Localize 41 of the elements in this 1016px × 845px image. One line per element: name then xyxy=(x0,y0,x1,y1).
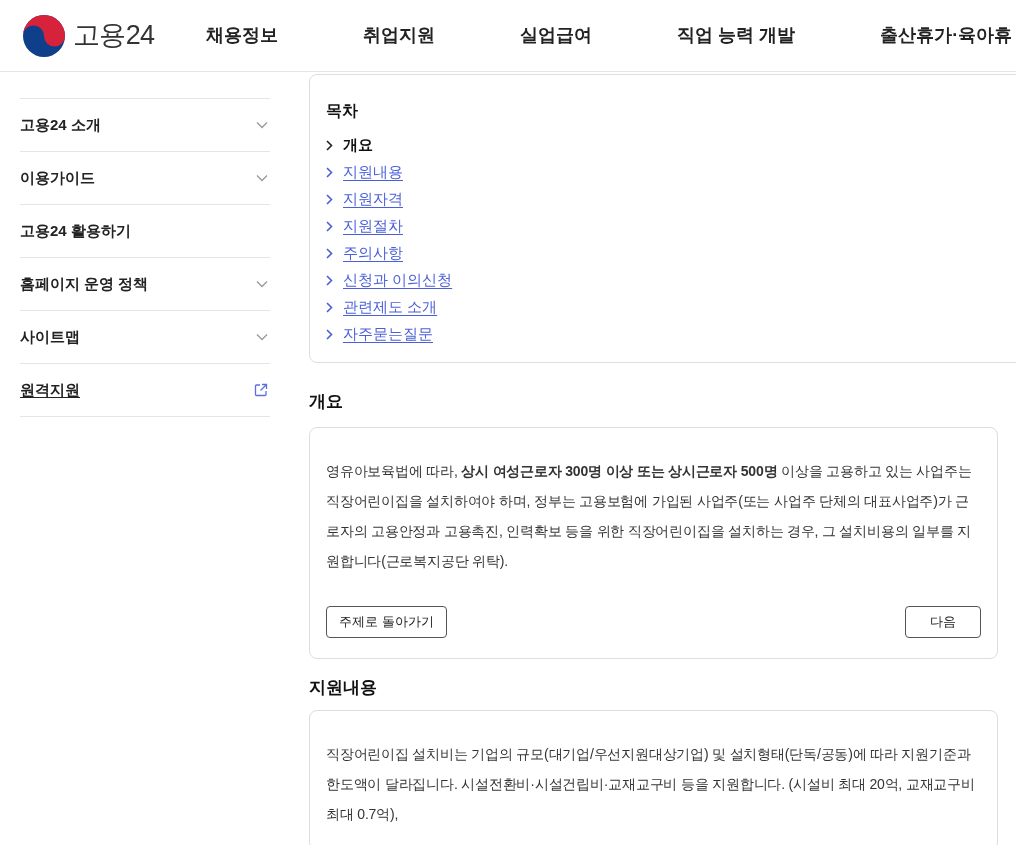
nav-link[interactable]: 채용정보 xyxy=(206,22,364,49)
sidebar-item[interactable]: 원격지원 xyxy=(20,364,270,417)
nav-link[interactable]: 직업 능력 개발 xyxy=(677,22,881,49)
nav-link[interactable]: 취업지원 xyxy=(363,22,521,49)
sidebar-item[interactable]: 사이트맵 xyxy=(20,311,270,364)
toc-link[interactable]: 지원자격 xyxy=(326,186,403,213)
toc-link[interactable]: 신청과 이의신청 xyxy=(326,267,453,294)
section-title: 지원내용 xyxy=(309,676,377,699)
section-title: 개요 xyxy=(309,391,343,413)
toc-link[interactable]: 자주묻는질문 xyxy=(326,321,433,348)
next-button[interactable]: 다음 xyxy=(905,605,981,638)
chevron-right-icon xyxy=(326,275,333,286)
nav-link[interactable]: 실업급여 xyxy=(520,22,678,49)
chevron-down-icon xyxy=(256,333,268,341)
chevron-right-icon xyxy=(326,302,333,313)
logo-icon xyxy=(22,13,66,58)
section-paragraph: 직장어린이집 설치비는 기업의 규모(대기업/우선지원대상기업) 및 설치형태(단독/공동)에 따라 지원기준과 한도액이 달라집니다. 시설전환비·시설건립비·교재교구비 등을 지원합니다. (시설비 최대 20억, 교재교구비 최대 0.7억), xyxy=(326,745,976,824)
external-link-icon xyxy=(254,383,268,397)
toc-title: 목차 xyxy=(326,101,358,121)
sidebar-item[interactable]: 고용24 소개 xyxy=(20,99,270,152)
chevron-down-icon xyxy=(256,174,268,182)
toc-link[interactable]: 주의사항 xyxy=(326,240,403,267)
chevron-right-icon xyxy=(326,329,333,340)
sidebar-item[interactable]: 이용가이드 xyxy=(20,152,270,205)
nav-link[interactable]: 출산휴가·육아휴 xyxy=(880,22,1016,49)
chevron-right-icon xyxy=(326,140,333,151)
section-paragraph: 영유아보육법에 따라, 상시 여성근로자 300명 이상 또는 상시근로자 500명 이상을 고용하고 있는 사업주는 직장어린이집을 설치하여야 하며, 정부는 고용보험에 가입된 사업주(또는 사업주 단체의 대표사업주)가 근로자의 고용안정과 고용촉진, 인력확보 등을 위한 직장어린이집을 설치하는 경우, 그 설치비용의 일부를 지원합니다(근로복지공단 위탁). xyxy=(326,461,973,571)
toc-link[interactable]: 관련제도 소개 xyxy=(326,294,438,321)
chevron-down-icon xyxy=(256,121,268,129)
toc-link[interactable]: 지원내용 xyxy=(326,159,403,186)
toc-link[interactable]: 지원절차 xyxy=(326,213,403,240)
site-logo[interactable]: 고용24 xyxy=(22,13,155,58)
chevron-right-icon xyxy=(326,248,333,259)
chevron-right-icon xyxy=(326,194,333,205)
chevron-right-icon xyxy=(326,221,333,232)
chevron-right-icon xyxy=(326,167,333,178)
toc-link[interactable]: 개요 xyxy=(326,132,373,159)
chevron-down-icon xyxy=(256,280,268,288)
sidebar-item[interactable]: 고용24 활용하기 xyxy=(20,205,270,258)
sidebar-item[interactable]: 홈페이지 운영 정책 xyxy=(20,258,270,311)
back-to-topic-button[interactable]: 주제로 돌아가기 xyxy=(326,605,447,638)
